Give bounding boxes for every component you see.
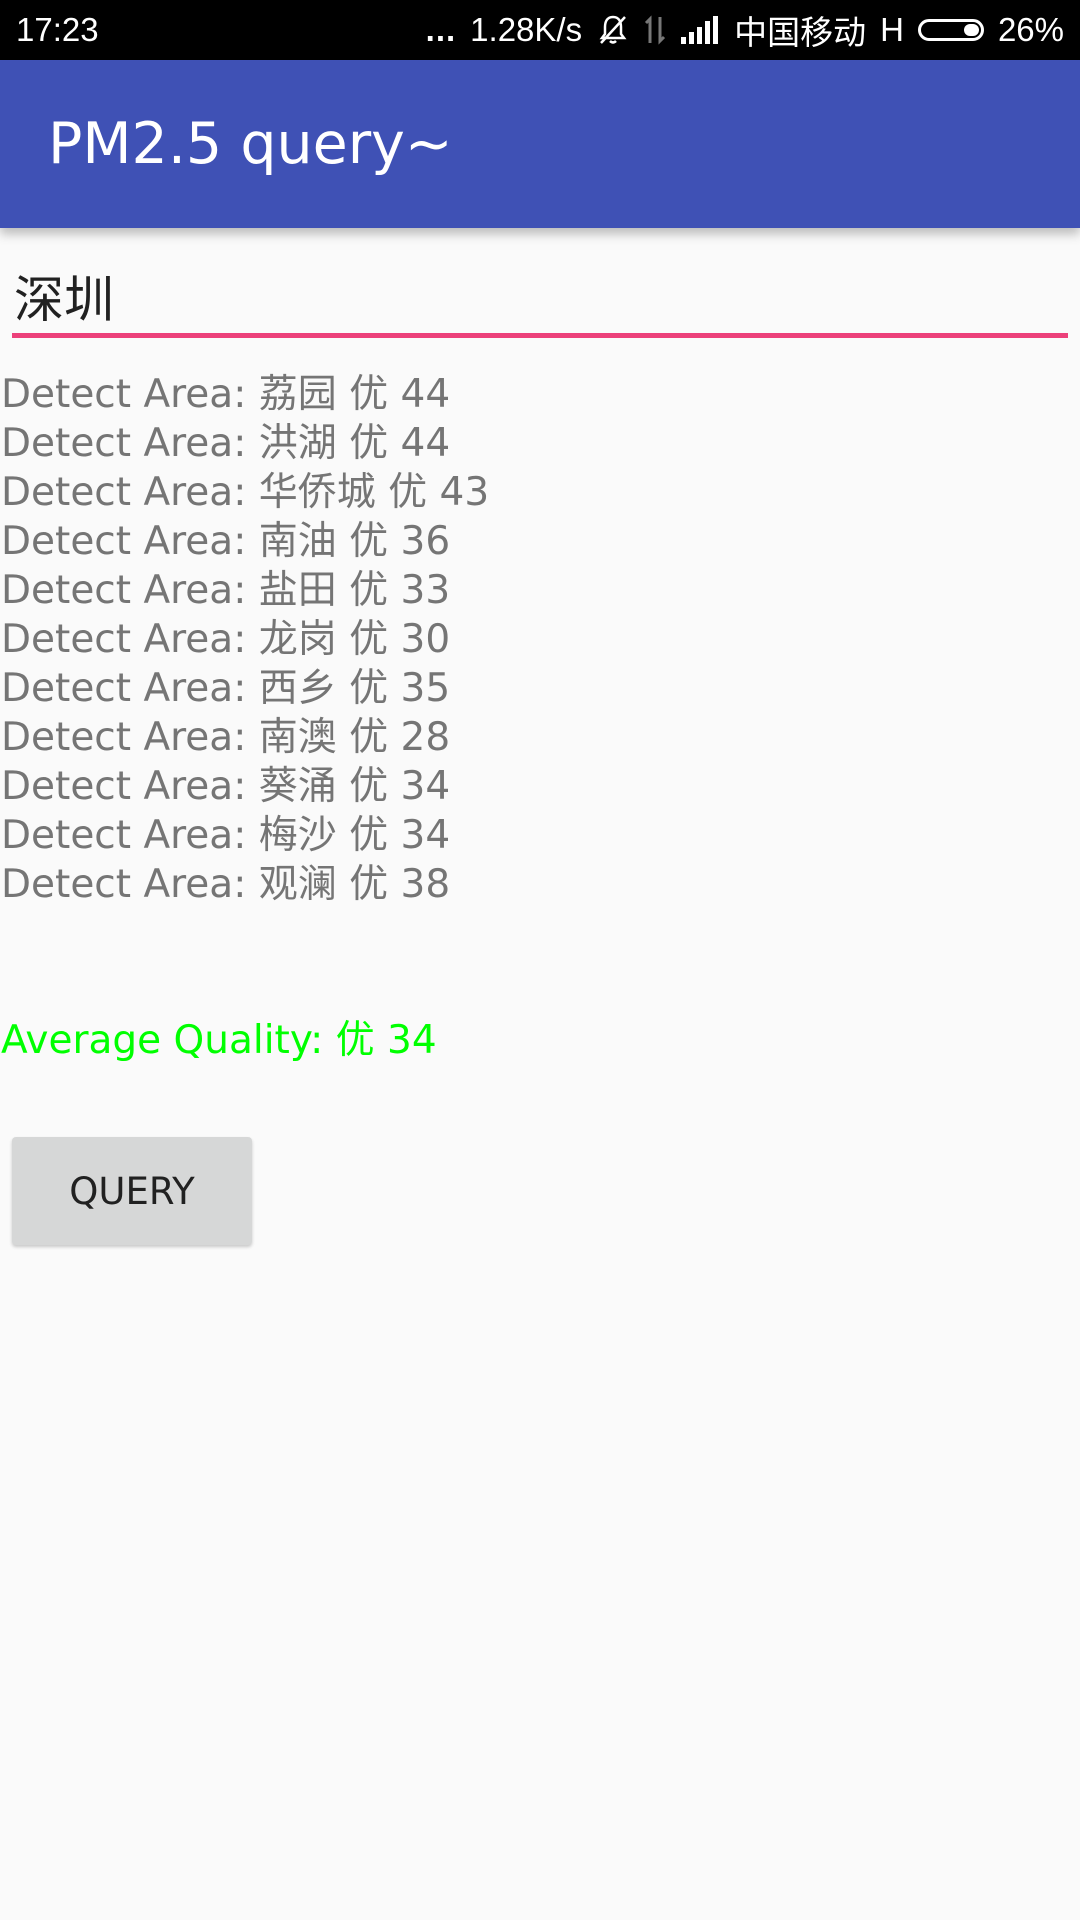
app-title: PM2.5 query~ [48, 111, 453, 177]
mute-bell-icon [596, 13, 630, 47]
app-bar: PM2.5 query~ [0, 60, 1080, 228]
list-item: Detect Area: 观澜 优 38 [1, 862, 451, 907]
list-item: Detect Area: 盐田 优 33 [1, 568, 451, 613]
status-bar: 17:23 ... 1.28K/s 中国移动 H 26% [0, 0, 1080, 60]
status-right-group: ... 1.28K/s 中国移动 H 26% [426, 0, 1064, 60]
carrier-name: 中国移动 [734, 14, 867, 51]
status-dots: ... [425, 11, 457, 48]
city-input[interactable] [12, 258, 1068, 338]
list-item: Detect Area: 西乡 优 35 [1, 666, 451, 711]
list-item: Detect Area: 荔园 优 44 [1, 372, 451, 417]
result-list: Detect Area: 荔园 优 44 Detect Area: 洪湖 优 44… [1, 370, 489, 909]
list-item: Detect Area: 龙岗 优 30 [1, 617, 451, 662]
query-button[interactable]: QUERY [12, 1137, 252, 1245]
battery-level-fill [963, 24, 979, 36]
list-item: Detect Area: 洪湖 优 44 [1, 421, 451, 466]
list-item: Detect Area: 南油 优 36 [1, 519, 451, 564]
list-item: Detect Area: 华侨城 优 43 [1, 470, 490, 515]
status-time: 17:23 [16, 11, 99, 48]
list-item: Detect Area: 南澳 优 28 [1, 715, 451, 760]
battery-icon [917, 19, 984, 41]
list-item: Detect Area: 梅沙 优 34 [1, 813, 451, 858]
data-transfer-icon [644, 13, 666, 47]
list-item: Detect Area: 葵涌 优 34 [1, 764, 451, 809]
battery-percent: 26% [997, 11, 1064, 48]
network-type: H [880, 11, 904, 48]
signal-bars-icon [680, 15, 720, 45]
network-speed: 1.28K/s [470, 11, 583, 48]
average-quality: Average Quality: 优 34 [1, 1018, 437, 1063]
